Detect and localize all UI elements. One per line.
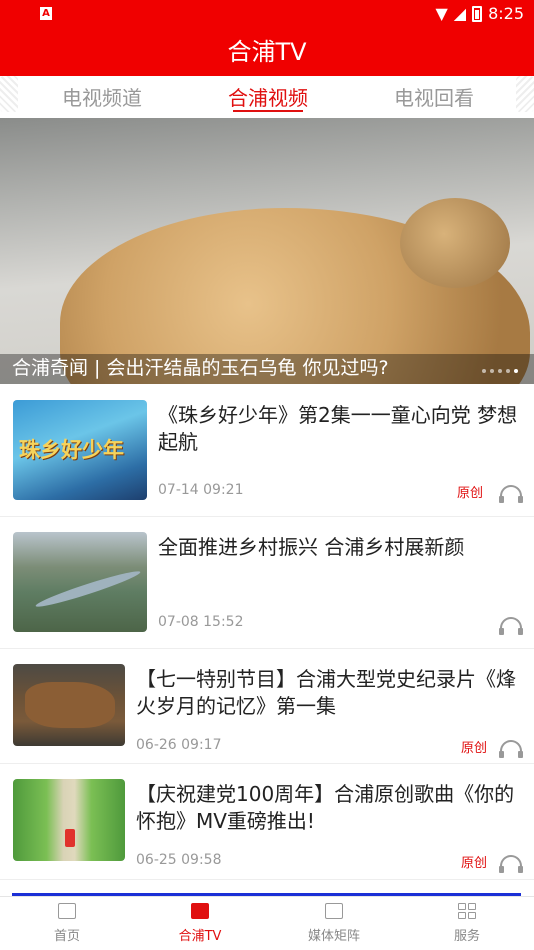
bottom-nav: 首页 合浦TV 媒体矩阵 服务 [0, 896, 534, 950]
tab-tv-replay[interactable]: 电视回看 [394, 82, 474, 111]
banner-title[interactable]: 合浦奇闻 | 会出汗结晶的玉石乌龟 你见过吗? [12, 353, 389, 380]
headphones-icon[interactable] [499, 617, 523, 635]
notification-icon: A [40, 7, 52, 20]
nav-home[interactable]: 首页 [27, 903, 107, 944]
news-title[interactable]: 《珠乡好少年》第2集一一童心向党 梦想起航 [158, 402, 522, 456]
banner-carousel[interactable]: 合浦奇闻 | 会出汗结晶的玉石乌龟 你见过吗? [0, 118, 534, 384]
headphones-icon[interactable] [499, 740, 523, 758]
grid-icon [458, 903, 476, 919]
news-icon [58, 903, 76, 919]
wifi-icon: ▼ [435, 4, 448, 23]
nav-label: 服务 [453, 929, 480, 944]
news-thumbnail [13, 779, 125, 861]
original-badge: 原创 [457, 486, 484, 501]
tab-active-indicator [233, 110, 303, 112]
nav-hepu-tv[interactable]: 合浦TV [160, 903, 240, 944]
tv-book-icon [191, 903, 209, 919]
banner-image-detail [400, 198, 510, 288]
carousel-dot [498, 369, 502, 373]
news-time: 07-14 09:21 [158, 482, 244, 498]
news-thumbnail [13, 664, 125, 746]
tab-bar: 电视频道 合浦视频 电视回看 [0, 76, 534, 118]
ornament-right [516, 76, 534, 112]
original-badge: 原创 [461, 856, 488, 871]
carousel-dot-active [514, 369, 518, 373]
nav-label: 合浦TV [178, 929, 222, 944]
carousel-indicator [482, 369, 518, 373]
status-bar: A ▼ ◢ 8:25 [0, 0, 534, 28]
original-badge: 原创 [461, 741, 488, 756]
news-title[interactable]: 【七一特别节目】合浦大型党史纪录片《烽火岁月的记忆》第一集 [136, 666, 522, 720]
news-title[interactable]: 【庆祝建党100周年】合浦原创歌曲《你的怀抱》MV重磅推出! [136, 781, 522, 835]
news-title[interactable]: 全面推进乡村振兴 合浦乡村展新颜 [158, 534, 522, 561]
nav-services[interactable]: 服务 [427, 903, 507, 944]
news-time: 07-08 15:52 [158, 614, 244, 630]
nav-media-matrix[interactable]: 媒体矩阵 [294, 903, 374, 944]
ornament-left [0, 76, 18, 112]
news-item[interactable]: 珠乡好少年 《珠乡好少年》第2集一一童心向党 梦想起航 07-14 09:21 … [0, 384, 534, 517]
tab-tv-channel[interactable]: 电视频道 [62, 82, 142, 111]
thumbnail-river [34, 567, 142, 611]
carousel-dot [482, 369, 486, 373]
news-item[interactable]: 【七一特别节目】合浦大型党史纪录片《烽火岁月的记忆》第一集 06-26 09:1… [0, 649, 534, 764]
news-time: 06-25 09:58 [136, 852, 222, 868]
thumbnail-figure [65, 829, 75, 847]
app-bar: 合浦TV [0, 28, 534, 76]
nav-label: 媒体矩阵 [307, 929, 360, 944]
tab-hepu-video[interactable]: 合浦视频 [228, 82, 308, 111]
status-time: 8:25 [488, 4, 524, 23]
battery-icon [472, 5, 483, 22]
news-item[interactable]: 【庆祝建党100周年】合浦原创歌曲《你的怀抱》MV重磅推出! 06-25 09:… [0, 764, 534, 880]
news-item[interactable]: 全面推进乡村振兴 合浦乡村展新颜 07-08 15:52 [0, 517, 534, 649]
book-icon [325, 903, 343, 919]
news-thumbnail: 珠乡好少年 [13, 400, 147, 500]
thumbnail-map [25, 682, 115, 728]
status-right: ▼ ◢ 8:25 [435, 4, 524, 23]
page-title: 合浦TV [227, 38, 307, 66]
news-thumbnail [13, 532, 147, 632]
headphones-icon[interactable] [499, 485, 523, 503]
headphones-icon[interactable] [499, 855, 523, 873]
nav-label: 首页 [53, 929, 80, 944]
news-time: 06-26 09:17 [136, 737, 222, 753]
signal-icon: ◢ [453, 4, 467, 23]
thumbnail-logo-text: 珠乡好少年 [19, 437, 124, 462]
carousel-dot [506, 369, 510, 373]
carousel-dot [490, 369, 494, 373]
